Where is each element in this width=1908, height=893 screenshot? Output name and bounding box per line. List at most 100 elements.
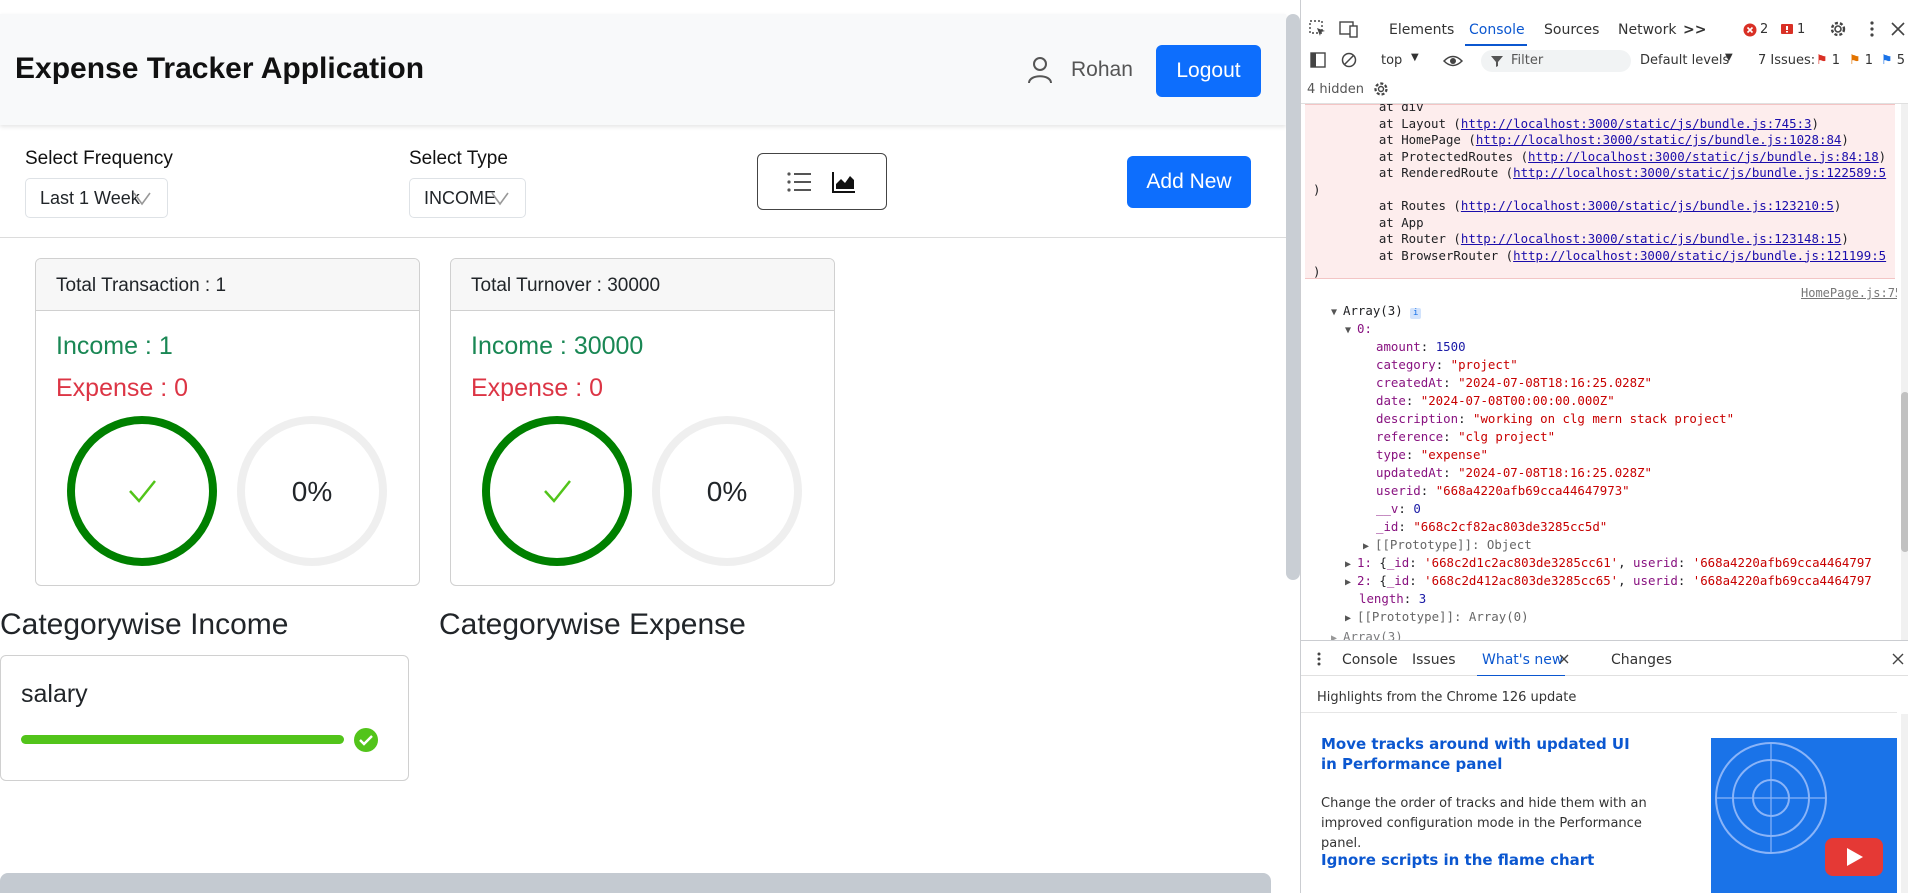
app-header: Expense Tracker Application Rohan Logout bbox=[0, 14, 1286, 125]
stack-trace-line: at App bbox=[1349, 215, 1424, 231]
field-key: createdAt bbox=[1376, 375, 1444, 390]
issues-info-count: 5 bbox=[1896, 53, 1906, 68]
console-toolbar: top ▼ Filter Default levels ▼ 7 Issues: … bbox=[1301, 46, 1908, 76]
more-tabs-button[interactable]: >> bbox=[1683, 22, 1706, 38]
tab-elements[interactable]: Elements bbox=[1389, 22, 1454, 38]
field-value: 0 bbox=[1413, 501, 1421, 516]
summary-card-turnover: Total Turnover : 30000 Income : 30000 Ex… bbox=[450, 258, 835, 586]
close-tab-icon[interactable] bbox=[1559, 654, 1569, 664]
log-levels-select[interactable]: Default levels bbox=[1640, 53, 1729, 68]
error-count[interactable]: 2 bbox=[1760, 22, 1768, 37]
source-link[interactable]: http://localhost:3000/static/js/bundle.j… bbox=[1461, 116, 1812, 131]
log-source-link[interactable]: HomePage.js:75 bbox=[1801, 286, 1897, 300]
list-icon[interactable] bbox=[786, 171, 812, 193]
console-scrollbar-thumb[interactable] bbox=[1901, 392, 1908, 552]
array-item-collapsed[interactable]: ▶ 1: {_id: '668c2d1c2ac803de3285cc61', us… bbox=[1345, 554, 1872, 572]
issues-error-count: 1 bbox=[1831, 53, 1841, 68]
area-chart-icon[interactable] bbox=[832, 171, 856, 193]
card-income-text: Income : 30000 bbox=[471, 332, 644, 360]
vertical-scrollbar[interactable] bbox=[1286, 14, 1300, 580]
field-value: "clg project" bbox=[1458, 429, 1556, 444]
array-item-collapsed[interactable]: ▶ 2: {_id: '668c2d412ac803de3285cc65', us… bbox=[1345, 572, 1872, 590]
prototype-array-row[interactable]: ▶ [[Prototype]]: Array(0) bbox=[1345, 608, 1529, 626]
horizontal-scrollbar[interactable] bbox=[0, 873, 1271, 893]
source-link[interactable]: http://localhost:3000/static/js/bundle.j… bbox=[1461, 198, 1834, 213]
drawer-menu-icon[interactable] bbox=[1316, 651, 1322, 667]
caret-collapsed-icon: ▶ bbox=[1345, 613, 1352, 624]
field-value: "2024-07-08T18:16:25.028Z" bbox=[1458, 465, 1653, 480]
drawer-tab-console[interactable]: Console bbox=[1342, 652, 1398, 668]
field-key: type bbox=[1376, 447, 1406, 462]
source-link[interactable]: http://localhost:3000/static/js/bundle.j… bbox=[1476, 132, 1842, 147]
whats-new-link-ignore-scripts[interactable]: Ignore scripts in the flame chart bbox=[1321, 850, 1641, 870]
prototype-object-row[interactable]: ▶ [[Prototype]]: Object bbox=[1363, 536, 1532, 554]
income-progress-ring bbox=[67, 416, 217, 566]
check-circle-icon bbox=[354, 728, 378, 752]
card-header: Total Turnover : 30000 bbox=[451, 259, 834, 311]
source-link[interactable]: http://localhost:3000/static/js/bundle.j… bbox=[1461, 231, 1841, 246]
whats-new-link-performance[interactable]: Move tracks around with updated UI in Pe… bbox=[1321, 734, 1641, 774]
object-field: type: "expense" bbox=[1376, 447, 1488, 462]
object-field: __v: 0 bbox=[1376, 501, 1421, 516]
field-key: updatedAt bbox=[1376, 465, 1444, 480]
console-filter-input[interactable]: Filter bbox=[1481, 50, 1631, 72]
field-value: "668c2cf82ac803de3285cc5d" bbox=[1413, 519, 1608, 534]
issues-error-badge[interactable]: ⚑ 1 bbox=[1816, 53, 1840, 68]
array-root[interactable]: ▼ Array(3) i bbox=[1331, 302, 1422, 320]
whats-new-description: Change the order of tracks and hide them… bbox=[1321, 796, 1647, 851]
more-options-icon[interactable] bbox=[1869, 20, 1875, 38]
type-label: Select Type bbox=[409, 148, 508, 169]
source-link[interactable]: http://localhost:3000/static/js/bundle.j… bbox=[1528, 149, 1879, 164]
inspect-element-icon[interactable] bbox=[1309, 20, 1327, 38]
drawer-tab-issues[interactable]: Issues bbox=[1412, 652, 1456, 668]
close-devtools-icon[interactable] bbox=[1891, 22, 1905, 36]
live-expression-eye-icon[interactable] bbox=[1443, 54, 1463, 68]
chevron-down-icon bbox=[491, 192, 509, 206]
drawer-tab-whats-new[interactable]: What's new bbox=[1482, 652, 1563, 668]
category-name: salary bbox=[21, 680, 88, 708]
add-new-button[interactable]: Add New bbox=[1127, 156, 1251, 208]
object-field: description: "working on clg mern stack … bbox=[1376, 411, 1735, 426]
sidebar-toggle-icon[interactable] bbox=[1310, 52, 1326, 68]
source-link[interactable]: http://localhost:3000/static/js/bundle.j… bbox=[1513, 165, 1886, 180]
tab-console[interactable]: Console bbox=[1469, 22, 1525, 38]
prototype-array: [[Prototype]]: Array(0) bbox=[1357, 609, 1529, 624]
drawer-tab-changes[interactable]: Changes bbox=[1611, 652, 1672, 668]
tab-network[interactable]: Network bbox=[1618, 22, 1676, 38]
console-settings-icon[interactable] bbox=[1373, 81, 1389, 97]
whats-new-highlight: Highlights from the Chrome 126 update bbox=[1317, 690, 1577, 705]
device-toolbar-icon[interactable] bbox=[1339, 20, 1359, 38]
stack-trace-text: at RenderedRoute ( bbox=[1349, 165, 1514, 180]
issues-info-badge[interactable]: ⚑ 5 bbox=[1881, 53, 1905, 68]
video-thumbnail[interactable] bbox=[1711, 738, 1897, 893]
prototype-object: [[Prototype]]: Object bbox=[1375, 537, 1532, 552]
source-link[interactable]: http://localhost:3000/static/js/bundle.j… bbox=[1513, 248, 1886, 263]
array-root-next[interactable]: ▶ Array(3) bbox=[1331, 628, 1403, 640]
context-select[interactable]: top bbox=[1381, 53, 1402, 68]
card-expense-text: Expense : 0 bbox=[56, 374, 189, 402]
settings-icon[interactable] bbox=[1829, 20, 1847, 38]
array-item-0[interactable]: ▼ 0: bbox=[1345, 320, 1372, 338]
field-value: 1500 bbox=[1435, 339, 1466, 354]
issues-label[interactable]: 7 Issues: bbox=[1758, 53, 1815, 68]
console-scrollbar[interactable] bbox=[1901, 104, 1908, 640]
error-icon bbox=[1743, 23, 1757, 37]
field-value: "2024-07-08T00:00:00.000Z" bbox=[1420, 393, 1615, 408]
close-drawer-icon[interactable] bbox=[1892, 653, 1904, 665]
card-header: Total Transaction : 1 bbox=[36, 259, 419, 311]
stack-trace-suffix: ) bbox=[1833, 198, 1842, 213]
logout-button[interactable]: Logout bbox=[1156, 45, 1261, 97]
stack-trace-text: at div bbox=[1349, 104, 1424, 114]
tab-sources[interactable]: Sources bbox=[1544, 22, 1599, 38]
preview-id: '668c2d412ac803de3285cc65' bbox=[1424, 573, 1619, 588]
income-progress-ring bbox=[482, 416, 632, 566]
clear-console-icon[interactable] bbox=[1341, 52, 1357, 68]
issues-warning-badge[interactable]: ⚑ 1 bbox=[1849, 53, 1873, 68]
type-select[interactable]: INCOME bbox=[409, 178, 526, 218]
issue-flag-icon bbox=[1781, 24, 1793, 34]
frequency-select[interactable]: Last 1 Week bbox=[25, 178, 168, 218]
stack-trace-text: at BrowserRouter ( bbox=[1349, 247, 1514, 263]
field-key: date bbox=[1376, 393, 1406, 408]
whats-new-scrollbar[interactable] bbox=[1901, 714, 1908, 893]
warning-count[interactable]: 1 bbox=[1797, 22, 1805, 37]
